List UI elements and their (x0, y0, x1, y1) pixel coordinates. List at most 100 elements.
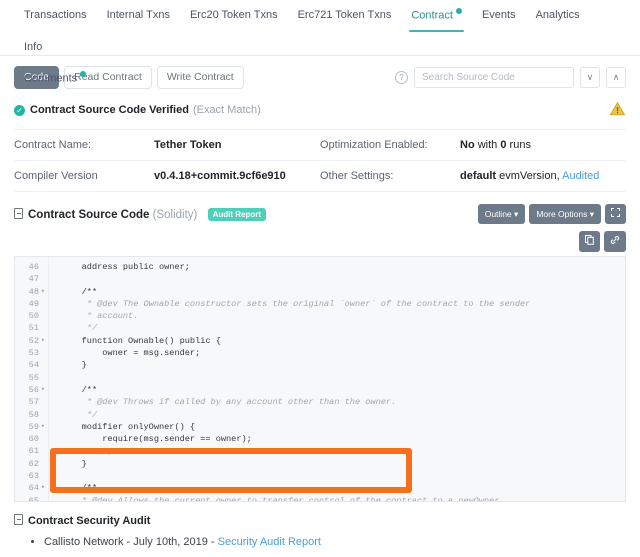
line-number: 58 (28, 409, 39, 420)
code-line: * @dev The Ownable constructor sets the … (61, 298, 531, 309)
tab-transactions[interactable]: Transactions (14, 0, 97, 31)
line-number: 47 (28, 274, 39, 285)
tab-label: Info (24, 40, 43, 53)
verified-match-label: (Exact Match) (192, 104, 261, 116)
outline-button[interactable]: Outline ▾ (477, 204, 526, 224)
code-fold-icon[interactable]: ▾ (41, 335, 45, 347)
code-line: /** (61, 286, 98, 297)
info-row: Compiler Version v0.4.18+commit.9cf6e910… (14, 160, 626, 192)
tab-erc20-token-txns[interactable]: Erc20 Token Txns (180, 0, 288, 31)
code-line: * account. (61, 311, 139, 322)
tab-contract[interactable]: Contract (401, 0, 472, 32)
audit-title-text: Contract Security Audit (28, 515, 151, 527)
code-line: address public owner; (61, 262, 190, 272)
line-number: 54 (28, 360, 39, 371)
check-circle-icon: ✓ (14, 104, 25, 116)
expand-icon[interactable] (605, 204, 626, 224)
info-value: v0.4.18+commit.9cf6e910 (154, 170, 286, 182)
tab-label: Internal Txns (106, 9, 170, 21)
code-line: * @dev Allows the current owner to trans… (61, 495, 505, 502)
file-icon (14, 514, 23, 525)
line-number: 55 (28, 372, 39, 383)
info-label: Compiler Version (14, 170, 98, 182)
link-icon[interactable] (604, 231, 626, 252)
chevron-down-icon: ▾ (589, 208, 594, 219)
line-number: 46 (28, 262, 39, 272)
verification-status-row: ✓ Contract Source Code Verified (Exact M… (0, 97, 640, 129)
source-code-header: Contract Source Code (Solidity) Audit Re… (0, 192, 640, 228)
code-line: } (61, 360, 87, 371)
info-cell-compiler-version: Compiler Version v0.4.18+commit.9cf6e910 (14, 170, 320, 182)
contract-name-value: Tether Token (154, 139, 222, 151)
write-contract-button[interactable]: Write Contract (156, 66, 244, 89)
tab-info[interactable]: Info (14, 32, 52, 63)
tab-label: Comments (24, 72, 78, 85)
line-number: 64 ▾ (28, 482, 45, 494)
code-line: owner = msg.sender; (61, 348, 201, 359)
contract-security-audit-section: Contract Security Audit Callisto Network… (0, 502, 640, 550)
code-line: */ (61, 323, 98, 334)
line-number: 63 (28, 471, 39, 482)
info-value: Tether Token (154, 139, 221, 151)
more-options-button[interactable]: More Options ▾ (529, 204, 601, 224)
line-number: 60 (28, 434, 39, 445)
line-number-gutter: 46 47 48 ▾ 49 50 51 52 ▾ 53 54 55 56 ▾ 57 58 59 ▾ 60 61 62 63… (15, 257, 49, 502)
compiler-version-value: v0.4.18+commit.9cf6e910 (154, 170, 286, 182)
line-number: 61 (28, 446, 39, 457)
line-number: 65 (28, 495, 39, 502)
main-tabbar: Transactions Internal Txns Erc20 Token T… (0, 0, 640, 84)
audited-link[interactable]: Audited (562, 170, 599, 182)
badge-dot-icon (455, 8, 462, 14)
badge-dot-icon (80, 70, 87, 77)
code-line: require(msg.sender == owner); (61, 434, 252, 445)
tab-label: Events (481, 9, 516, 21)
line-number: 53 (28, 348, 39, 359)
tab-label: Erc20 Token Txns (189, 9, 278, 21)
tab-erc721-token-txns[interactable]: Erc721 Token Txns (288, 0, 402, 31)
info-row: Contract Name: Tether Token Optimization… (14, 129, 626, 160)
code-line: */ (61, 409, 98, 420)
code-line: _; (61, 446, 113, 457)
tab-events[interactable]: Events (472, 0, 526, 31)
search-prev-button[interactable]: ∧ (606, 67, 626, 88)
line-number: 52 ▾ (28, 335, 45, 347)
source-code-editor[interactable]: 46 47 48 ▾ 49 50 51 52 ▾ 53 54 55 56 ▾ 57 58 59 ▾ 60 61 62 63… (14, 256, 626, 502)
code-content[interactable]: address public owner; /** * @dev The Own… (49, 257, 531, 502)
line-number: 48 ▾ (28, 286, 45, 298)
search-input[interactable] (414, 67, 574, 88)
info-value: No with 0 runs (460, 139, 531, 151)
line-number: 51 (28, 323, 39, 334)
info-label: Other Settings: (320, 170, 394, 182)
source-code-language: (Solidity) (152, 208, 198, 221)
line-number: 57 (28, 397, 39, 408)
tab-internal-txns[interactable]: Internal Txns (97, 0, 180, 31)
info-value: default evmVersion, Audited (460, 170, 599, 182)
page-root: Transactions Internal Txns Erc20 Token T… (0, 0, 640, 557)
info-label: Contract Name: (14, 139, 92, 151)
search-next-button[interactable]: ∨ (580, 67, 600, 88)
line-number: 62 (28, 458, 39, 469)
line-number: 50 (28, 311, 39, 322)
tab-comments[interactable]: Comments (14, 63, 96, 95)
security-audit-report-link[interactable]: Security Audit Report (218, 536, 321, 548)
line-number: 59 ▾ (28, 421, 45, 433)
copy-icon[interactable] (579, 231, 600, 252)
code-line: * @dev Throws if called by any account o… (61, 397, 397, 408)
code-fold-icon[interactable]: ▾ (41, 384, 45, 396)
more-options-label: More Options (536, 208, 588, 219)
tab-label: Erc721 Token Txns (297, 9, 392, 21)
source-code-actions-secondary (0, 228, 640, 256)
question-mark-icon[interactable]: ? (395, 71, 408, 84)
audit-report-badge[interactable]: Audit Report (207, 207, 266, 221)
tab-analytics[interactable]: Analytics (526, 0, 590, 31)
code-fold-icon[interactable]: ▾ (41, 286, 45, 298)
search-controls: ? ∨ ∧ (395, 67, 626, 88)
code-line: function Ownable() public { (61, 335, 221, 346)
audit-list: Callisto Network - July 10th, 2019 - Sec… (44, 534, 626, 550)
code-fold-icon[interactable]: ▾ (41, 482, 45, 494)
code-fold-icon[interactable]: ▾ (41, 421, 45, 433)
warning-triangle-icon[interactable] (609, 101, 626, 119)
